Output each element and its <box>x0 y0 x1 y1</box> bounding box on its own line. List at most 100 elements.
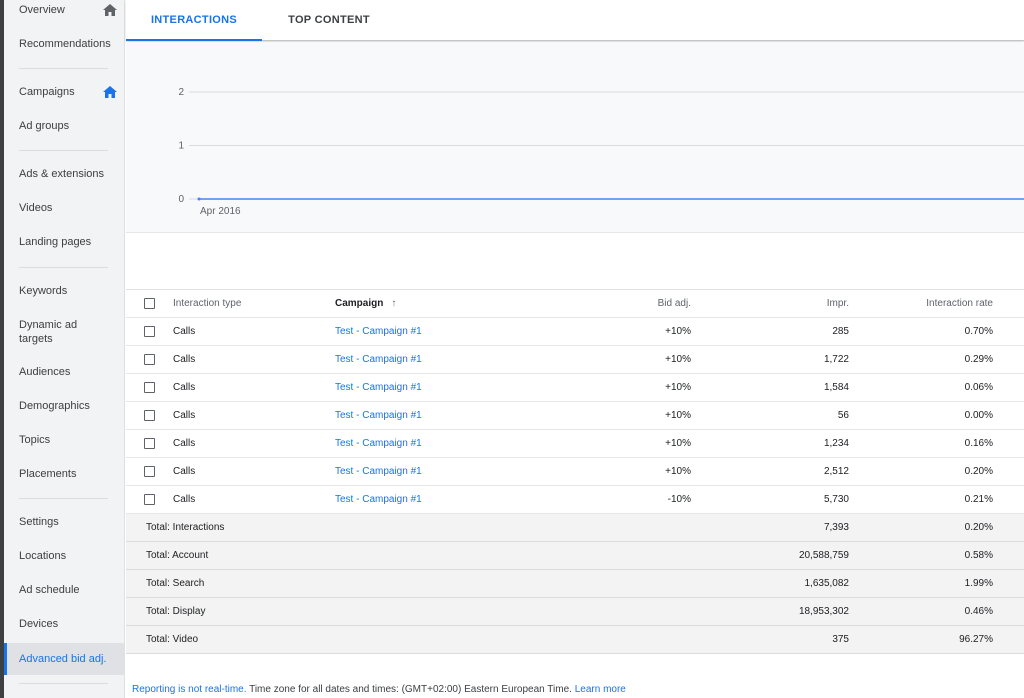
sidebar-item-ad-schedule[interactable]: Ad schedule <box>4 583 125 597</box>
cell-campaign-link[interactable]: Test - Campaign #1 <box>335 374 422 401</box>
sidebar-item-videos[interactable]: Videos <box>4 201 125 215</box>
cell-impr: 5,730 <box>823 494 849 505</box>
row-checkbox[interactable] <box>144 354 155 365</box>
home-icon <box>103 4 117 16</box>
cell-interaction-type: Calls <box>173 438 196 449</box>
header-campaign-label: Campaign <box>335 298 384 309</box>
sidebar-item-landing-pages[interactable]: Landing pages <box>4 235 125 249</box>
cell-campaign-link[interactable]: Test - Campaign #1 <box>335 346 422 373</box>
row-checkbox[interactable] <box>144 382 155 393</box>
cell-bid-adj: +10% <box>665 354 691 365</box>
not-realtime-link[interactable]: Reporting is not real-time. <box>132 684 247 695</box>
cell-bid-adj: +10% <box>665 382 691 393</box>
footer-notice: Reporting is not real-time. Time zone fo… <box>132 684 626 695</box>
sidebar-item-dynamic-ad-targets[interactable]: Dynamic ad targets <box>4 318 125 346</box>
cell-bid-adj: +10% <box>665 466 691 477</box>
sidebar-item-placements[interactable]: Placements <box>4 467 125 481</box>
header-campaign[interactable]: Campaign ↑ <box>335 290 396 317</box>
total-label: Total: Interactions <box>146 522 225 533</box>
sidebar-divider <box>19 150 108 151</box>
cell-bid-adj: -10% <box>667 494 691 505</box>
cell-interaction-rate: 0.70% <box>964 326 993 337</box>
cell-campaign-link[interactable]: Test - Campaign #1 <box>335 318 422 345</box>
total-interaction-rate: 0.46% <box>964 606 993 617</box>
tab-interactions[interactable]: INTERACTIONS <box>126 0 262 41</box>
table-row: Calls Test - Campaign #1 +10% 285 0.70% <box>126 318 1024 346</box>
row-checkbox[interactable] <box>144 438 155 449</box>
table-row: Calls Test - Campaign #1 -10% 5,730 0.21% <box>126 486 1024 514</box>
sidebar-item-locations[interactable]: Locations <box>4 549 125 563</box>
sidebar-item-label: Keywords <box>19 285 68 297</box>
sidebar-item-label: Dynamic ad targets <box>19 319 78 345</box>
sidebar-item-keywords[interactable]: Keywords <box>4 284 125 298</box>
data-point[interactable] <box>197 197 201 201</box>
total-interaction-rate: 0.20% <box>964 522 993 533</box>
sidebar-item-label: Locations <box>19 550 67 562</box>
sidebar-item-label: Topics <box>19 434 51 446</box>
total-impr: 7,393 <box>823 522 849 533</box>
table-row: Calls Test - Campaign #1 +10% 1,584 0.06% <box>126 374 1024 402</box>
sidebar-item-audiences[interactable]: Audiences <box>4 365 125 379</box>
tab-label: INTERACTIONS <box>150 14 238 26</box>
sidebar-item-campaigns[interactable]: Campaigns <box>4 85 125 99</box>
total-impr: 18,953,302 <box>798 606 849 617</box>
sidebar-item-recommendations[interactable]: Recommendations <box>4 37 125 51</box>
sidebar-item-topics[interactable]: Topics <box>4 433 125 447</box>
table-total-row: Total: Display 18,953,302 0.46% <box>126 598 1024 626</box>
header-bid-adj[interactable]: Bid adj. <box>658 290 691 317</box>
tab-top-content[interactable]: TOP CONTENT <box>262 0 396 41</box>
cell-interaction-rate: 0.00% <box>964 410 993 421</box>
row-checkbox[interactable] <box>144 326 155 337</box>
total-interaction-rate: 1.99% <box>964 578 993 589</box>
row-checkbox[interactable] <box>144 466 155 477</box>
sidebar-item-label: Ads & extensions <box>19 168 104 180</box>
cell-interaction-rate: 0.06% <box>964 382 993 393</box>
total-impr: 1,635,082 <box>804 578 850 589</box>
cell-interaction-type: Calls <box>173 410 196 421</box>
sidebar-item-label: Overview <box>19 4 65 16</box>
cell-interaction-type: Calls <box>173 354 196 365</box>
sidebar-item-devices[interactable]: Devices <box>4 617 125 631</box>
total-impr: 375 <box>832 634 849 645</box>
sidebar-item-ad-groups[interactable]: Ad groups <box>4 119 125 133</box>
interactions-chart: 0 1 2 Apr 2016 <box>126 42 1024 233</box>
cell-campaign-link[interactable]: Test - Campaign #1 <box>335 458 422 485</box>
sidebar-item-label: Ad groups <box>19 120 70 132</box>
row-checkbox[interactable] <box>144 494 155 505</box>
cell-impr: 285 <box>832 326 849 337</box>
total-impr: 20,588,759 <box>798 550 849 561</box>
cell-bid-adj: +10% <box>665 438 691 449</box>
sidebar-item-ads-extensions[interactable]: Ads & extensions <box>4 167 125 181</box>
sidebar-item-advanced-bid-adj[interactable]: Advanced bid adj. <box>4 643 125 675</box>
sidebar-item-label: Audiences <box>19 366 71 378</box>
cell-campaign-link[interactable]: Test - Campaign #1 <box>335 430 422 457</box>
row-checkbox[interactable] <box>144 410 155 421</box>
chart-svg: 0 1 2 Apr 2016 <box>178 87 1024 217</box>
sidebar-item-overview[interactable]: Overview <box>4 3 125 17</box>
header-impr[interactable]: Impr. <box>827 290 849 317</box>
table-total-row: Total: Video 375 96.27% <box>126 626 1024 654</box>
cell-bid-adj: +10% <box>665 326 691 337</box>
cell-interaction-rate: 0.29% <box>964 354 993 365</box>
cell-impr: 56 <box>837 410 849 421</box>
table-row: Calls Test - Campaign #1 +10% 1,722 0.29% <box>126 346 1024 374</box>
sidebar-item-settings[interactable]: Settings <box>4 515 125 529</box>
sidebar-item-label: Advanced bid adj. <box>19 653 107 665</box>
home-icon <box>103 86 117 98</box>
header-interaction-rate[interactable]: Interaction rate <box>926 290 993 317</box>
cell-interaction-type: Calls <box>173 382 196 393</box>
learn-more-link[interactable]: Learn more <box>575 684 626 695</box>
x-tick-label: Apr 2016 <box>200 206 241 217</box>
cell-interaction-type: Calls <box>173 326 196 337</box>
y-tick-label: 1 <box>178 141 184 152</box>
arrow-up-icon: ↑ <box>391 298 397 309</box>
sidebar-item-demographics[interactable]: Demographics <box>4 399 125 413</box>
table-total-row: Total: Interactions 7,393 0.20% <box>126 514 1024 542</box>
sidebar-divider <box>19 267 108 268</box>
select-all-checkbox[interactable] <box>144 298 155 309</box>
cell-campaign-link[interactable]: Test - Campaign #1 <box>335 486 422 513</box>
table-row: Calls Test - Campaign #1 +10% 2,512 0.20% <box>126 458 1024 486</box>
cell-campaign-link[interactable]: Test - Campaign #1 <box>335 402 422 429</box>
header-interaction-type[interactable]: Interaction type <box>173 290 241 317</box>
sidebar: Overview Recommendations Campaigns Ad gr… <box>4 0 125 698</box>
